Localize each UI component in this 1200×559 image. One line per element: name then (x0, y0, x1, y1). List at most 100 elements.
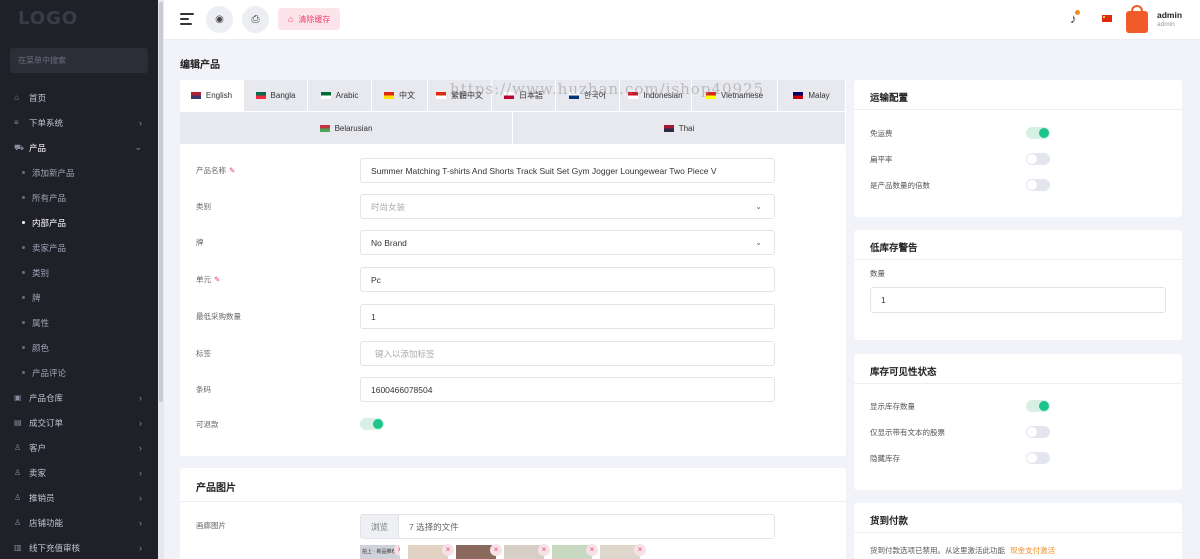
user-name[interactable]: admin (1157, 10, 1182, 20)
min-qty-label: 最低采购数量 (196, 312, 241, 321)
language-tab[interactable]: Belarusian (180, 112, 513, 144)
globe-icon[interactable]: ◉ (206, 6, 233, 33)
store-icon: ♙ (14, 518, 22, 527)
sidebar-subitem[interactable]: 牌 (0, 285, 158, 310)
show-qty-toggle[interactable] (1026, 400, 1050, 412)
cache-icon: ⌂ (288, 14, 294, 24)
flag-icon (190, 92, 201, 99)
bullet-icon (22, 371, 25, 374)
translate-icon: ✎ (214, 275, 221, 284)
product-name-label: 产品名称 (196, 166, 226, 175)
home-icon: ⌂ (14, 93, 19, 102)
brand-select[interactable]: No Brand ⌄ (360, 230, 775, 255)
free-shipping-row: 免运费 (854, 120, 1182, 146)
sidebar-item[interactable]: ▣ 产品仓库 › (0, 385, 158, 410)
sidebar-subitem[interactable]: 卖家产品 (0, 235, 158, 260)
language-tab[interactable]: Thai (513, 112, 846, 144)
top-header: ◉ ⎙ ⌂ 清除缓存 ♪ admin admin (164, 0, 1200, 40)
chevron-right-icon: › (139, 517, 142, 528)
flat-rate-toggle[interactable] (1026, 153, 1050, 165)
menu-toggle-icon[interactable] (180, 13, 194, 28)
language-flag-icon[interactable] (1102, 15, 1112, 22)
thumb-caption: 拍上 · 新品推荐 (362, 549, 397, 555)
sidebar-item-label: 成交订单 (29, 417, 64, 428)
sidebar-item[interactable]: ♙ 店铺功能 › (0, 510, 158, 535)
sidebar-subitem[interactable]: 类别 (0, 260, 158, 285)
gallery-thumbnail: × (552, 544, 598, 559)
sidebar-subitem[interactable]: 产品评论 (0, 360, 158, 385)
language-tab[interactable]: Malay (778, 80, 846, 111)
language-tab[interactable]: Arabic (308, 80, 372, 111)
avatar[interactable] (1126, 5, 1148, 33)
text-only-toggle[interactable] (1026, 426, 1050, 438)
tags-row: 标签 键入以添加标签 (196, 341, 826, 366)
logo: LOGO (18, 8, 79, 29)
gallery-file-input[interactable]: 浏览 7 选择的文件 (360, 514, 775, 539)
language-tab[interactable]: Bangla (244, 80, 308, 111)
bullet-icon (22, 321, 25, 324)
remove-image-icon[interactable]: × (490, 544, 502, 556)
cart-icon: ⛟ (14, 142, 25, 152)
low-stock-qty-input[interactable]: 1 (870, 287, 1166, 313)
sidebar-item[interactable]: ▤ 成交订单 › (0, 410, 158, 435)
shipping-card: 运输配置 免运费 扁平率 是产品数量的倍数 (854, 80, 1182, 217)
min-qty-input[interactable]: 1 (360, 304, 775, 329)
scrollbar-thumb[interactable] (159, 2, 163, 402)
bullet-icon (22, 296, 25, 299)
language-tab[interactable]: 中文 (372, 80, 428, 111)
sidebar-subitem[interactable]: 所有产品 (0, 185, 158, 210)
clear-cache-button[interactable]: ⌂ 清除缓存 (278, 8, 341, 30)
sidebar-item[interactable]: ♙ 卖家 › (0, 460, 158, 485)
free-shipping-toggle[interactable] (1026, 127, 1050, 139)
user-role: admin (1157, 21, 1175, 28)
barcode-label: 条码 (196, 385, 211, 394)
bullet-icon (22, 271, 25, 274)
product-name-input[interactable]: Summer Matching T-shirts And Shorts Trac… (360, 158, 775, 183)
category-select[interactable]: 时尚女装 ⌄ (360, 194, 775, 219)
bullet-icon (22, 246, 25, 249)
recharge-icon: ▥ (14, 543, 22, 552)
sidebar-item-label: 产品 (29, 142, 47, 153)
remove-image-icon[interactable]: × (538, 544, 550, 556)
free-shipping-label: 免运费 (870, 128, 893, 138)
bullet-icon (22, 221, 25, 224)
remove-image-icon[interactable]: × (442, 544, 454, 556)
refundable-toggle[interactable] (360, 418, 384, 430)
bullet-icon (22, 196, 25, 199)
unit-row: 单元 ✎ Pc (196, 267, 826, 292)
remove-image-icon[interactable]: × (634, 544, 646, 556)
sidebar-item[interactable]: ⛟ 产品 ⌄ (0, 135, 158, 160)
sidebar-subitem[interactable]: 内部产品 (0, 210, 158, 235)
chevron-down-icon: ⌄ (134, 142, 142, 152)
sidebar-item[interactable]: ♙ 客户 › (0, 435, 158, 460)
tags-input[interactable]: 键入以添加标签 (360, 341, 775, 366)
cod-activate-link[interactable]: 现金支付激活 (1010, 546, 1055, 555)
min-qty-row: 最低采购数量 1 (196, 304, 826, 329)
sidebar-subitem[interactable]: 添加新产品 (0, 160, 158, 185)
person-icon: ♙ (14, 493, 22, 502)
sidebar-scrollbar[interactable] (158, 0, 164, 559)
sidebar-item[interactable]: ▥ 线下充值审核 › (0, 535, 158, 559)
printer-icon[interactable]: ⎙ (242, 6, 269, 33)
hide-stock-toggle[interactable] (1026, 452, 1050, 464)
sidebar-item[interactable]: ♙ 推销员 › (0, 485, 158, 510)
browse-button[interactable]: 浏览 (361, 515, 399, 538)
language-tab[interactable]: English (180, 80, 244, 111)
sidebar-item-label: 线下充值审核 (29, 542, 81, 553)
sidebar-subitem-label: 添加新产品 (32, 167, 75, 178)
bell-icon[interactable]: ♪ (1070, 10, 1080, 26)
barcode-input[interactable]: 1600466078504 (360, 377, 775, 402)
hide-stock-label: 隐藏库存 (870, 453, 900, 463)
unit-input[interactable]: Pc (360, 267, 775, 292)
menu-search-input[interactable]: 在菜单中搜索 (10, 48, 148, 73)
sidebar-subitem[interactable]: 颜色 (0, 335, 158, 360)
sidebar-item[interactable]: ≡ 下单系统 › (0, 110, 158, 135)
qty-multiply-toggle[interactable] (1026, 179, 1050, 191)
sidebar-subitem-label: 产品评论 (32, 367, 67, 378)
brand-value: No Brand (371, 237, 407, 248)
remove-image-icon[interactable]: × (586, 544, 598, 556)
sidebar-item[interactable]: ⌂ 首页 (0, 85, 158, 110)
sidebar-subitem[interactable]: 属性 (0, 310, 158, 335)
remove-image-icon[interactable]: × (394, 545, 400, 556)
low-stock-card: 低库存警告 数量 1 (854, 230, 1182, 340)
